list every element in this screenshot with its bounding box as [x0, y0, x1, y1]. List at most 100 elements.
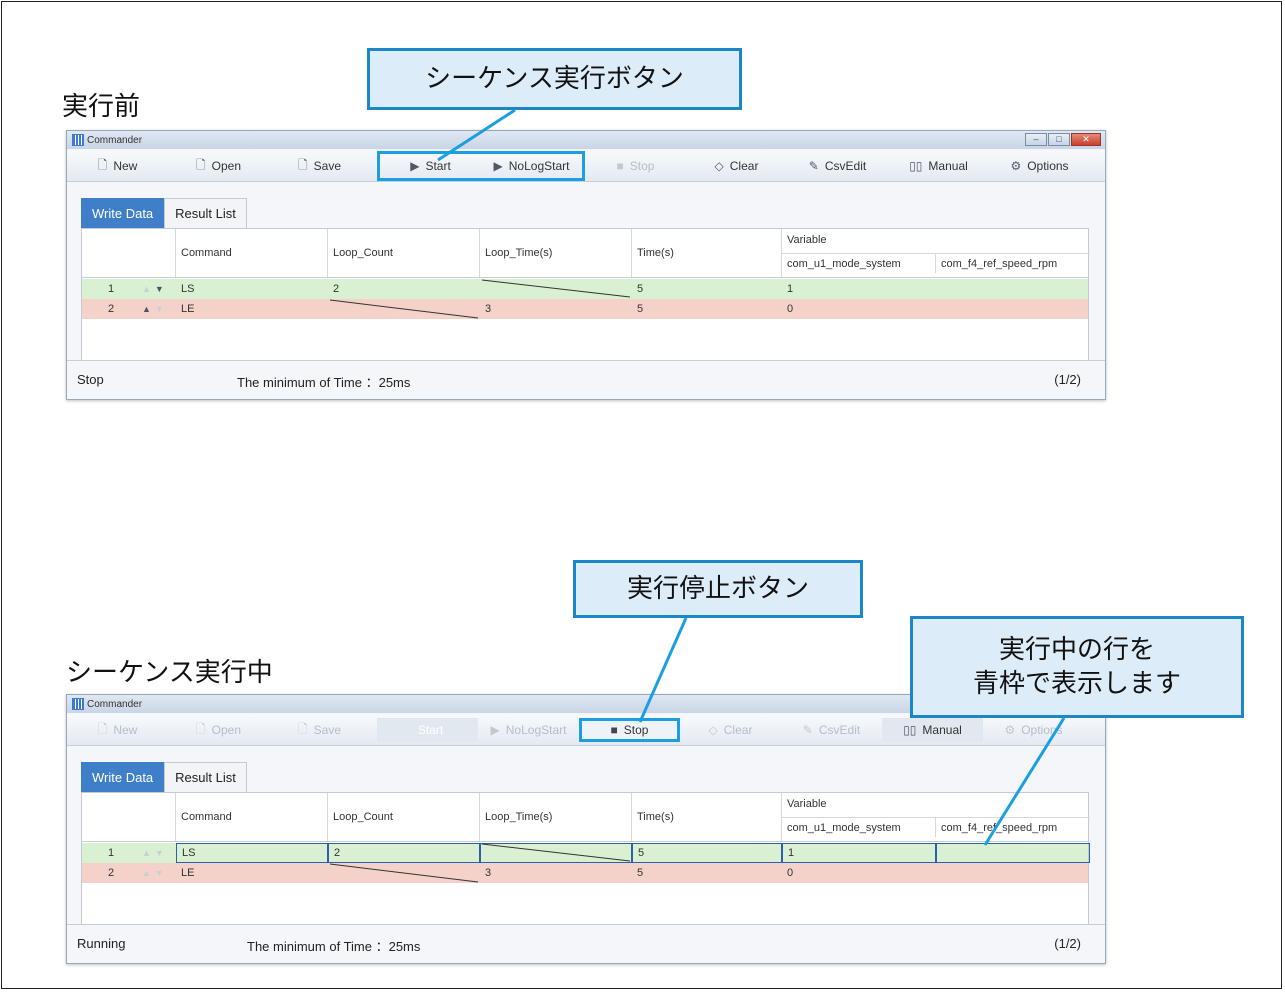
variable-group-label: Variable [787, 234, 827, 246]
save-button[interactable]: 🗋 Save [269, 718, 370, 742]
commander-window-running: Commander 🗋 New 🗋 Open 🗋 Save Start ▶ NoLogS… [66, 694, 1106, 964]
callout-running-row: 実行中の行を 青枠で表示します [910, 616, 1244, 718]
cell-var2[interactable] [936, 279, 1090, 299]
move-down-icon[interactable]: ▼ [155, 868, 164, 878]
cell-loop-time[interactable]: 3 [480, 863, 632, 883]
cell-var1[interactable]: 1 [782, 279, 936, 299]
cell-var1[interactable]: 0 [782, 299, 936, 319]
save-button[interactable]: 🗋 Save [269, 154, 370, 178]
row-move-arrows: ▲ ▼ [142, 279, 164, 299]
csvedit-button[interactable]: ✎ CsvEdit [787, 154, 888, 178]
section-heading-before: 実行前 [62, 92, 141, 122]
table-row[interactable]: 2 ▲ ▼ LE 3 5 0 [82, 863, 1088, 883]
nologstart-button[interactable]: ▶ NoLogStart [481, 154, 582, 178]
maximize-button[interactable]: □ [1048, 133, 1070, 146]
cell-loop-count[interactable] [328, 863, 480, 883]
clear-button[interactable]: ◇ Clear [680, 718, 781, 742]
manual-button[interactable]: ▯▯ Manual [888, 154, 989, 178]
gear-icon: ⚙ [1004, 723, 1016, 737]
column-command[interactable]: Command [176, 229, 328, 277]
tab-write-data[interactable]: Write Data [81, 762, 165, 792]
tab-result-list[interactable]: Result List [164, 762, 247, 792]
options-button[interactable]: ⚙ Options [983, 718, 1084, 742]
cell-time[interactable]: 5 [632, 843, 782, 863]
cell-command[interactable]: LE [176, 299, 328, 319]
column-loop-count[interactable]: Loop_Count [328, 229, 480, 277]
manual-button[interactable]: ▯▯ Manual [882, 718, 983, 742]
minimize-button[interactable]: – [1025, 133, 1047, 146]
nologstart-button[interactable]: ▶ NoLogStart [478, 718, 579, 742]
open-button[interactable]: 🗋 Open [168, 718, 269, 742]
new-button[interactable]: 🗋 New [67, 154, 168, 178]
table-row[interactable]: 1 ▲ ▼ LS 2 5 1 [82, 279, 1088, 299]
sequence-grid: Command Loop_Count Loop_Time(s) Time(s) … [81, 792, 1090, 925]
tab-write-data[interactable]: Write Data [81, 198, 165, 228]
column-var1[interactable]: com_u1_mode_system [782, 253, 936, 273]
column-time[interactable]: Time(s) [632, 793, 782, 841]
cell-time[interactable]: 5 [632, 279, 782, 299]
close-button[interactable]: ✕ [1071, 133, 1101, 146]
column-command[interactable]: Command [176, 793, 328, 841]
move-up-icon[interactable]: ▲ [142, 284, 151, 294]
column-loop-time[interactable]: Loop_Time(s) [480, 229, 632, 277]
row-number: 2 [108, 867, 115, 879]
status-state: Running [77, 936, 126, 951]
move-down-icon[interactable]: ▼ [155, 284, 164, 294]
save-icon: 🗋 [297, 157, 308, 172]
move-down-icon[interactable]: ▼ [155, 304, 164, 314]
play-icon: ▶ [410, 159, 420, 173]
toolbar: 🗋 New 🗋 Open 🗋 Save Start ▶ NoLogStart ■ Stop… [67, 715, 1105, 746]
cell-loop-time[interactable] [480, 279, 632, 299]
table-row-running[interactable]: 1 ▲ ▼ LS 2 5 1 [82, 843, 1090, 863]
move-up-icon[interactable]: ▲ [142, 848, 151, 858]
cell-loop-time[interactable]: 3 [480, 299, 632, 319]
cell-loop-count[interactable] [328, 299, 480, 319]
column-loop-count[interactable]: Loop_Count [328, 793, 480, 841]
csvedit-button[interactable]: ✎ CsvEdit [781, 718, 882, 742]
sequence-grid: Command Loop_Count Loop_Time(s) Time(s) … [81, 228, 1090, 361]
column-time[interactable]: Time(s) [632, 229, 782, 277]
move-up-icon[interactable]: ▲ [142, 868, 151, 878]
move-down-icon[interactable]: ▼ [155, 848, 164, 858]
column-var2[interactable]: com_f4_ref_speed_rpm [936, 817, 1090, 837]
open-icon: 🗋 [195, 721, 206, 736]
options-button[interactable]: ⚙ Options [989, 154, 1090, 178]
clear-button[interactable]: ◇ Clear [686, 154, 787, 178]
column-var2[interactable]: com_f4_ref_speed_rpm [936, 253, 1090, 273]
grid-header: Command Loop_Count Loop_Time(s) Time(s) … [82, 793, 1090, 842]
cell-var1[interactable]: 1 [782, 843, 936, 863]
stop-button[interactable]: ■ Stop [579, 718, 680, 742]
eraser-icon: ◇ [714, 159, 724, 173]
cell-var2[interactable] [936, 299, 1090, 319]
status-bar: Running The minimum of Time ：25ms (1/2) [67, 924, 1105, 963]
cell-var2[interactable] [936, 863, 1090, 883]
column-loop-time[interactable]: Loop_Time(s) [480, 793, 632, 841]
callout-sequence-start: シーケンス実行ボタン [367, 48, 742, 110]
new-doc-icon: 🗋 [97, 157, 108, 172]
row-move-arrows: ▲ ▼ [142, 299, 164, 319]
start-button[interactable]: ▶ Start [380, 154, 481, 178]
start-button[interactable]: Start [377, 718, 478, 742]
table-row[interactable]: 2 ▲ ▼ LE 3 5 0 [82, 299, 1088, 319]
move-up-icon[interactable]: ▲ [142, 304, 151, 314]
play-icon: ▶ [493, 159, 503, 173]
stop-button[interactable]: ■ Stop [585, 154, 686, 178]
open-button[interactable]: 🗋 Open [168, 154, 269, 178]
cell-loop-count[interactable]: 2 [328, 279, 480, 299]
cell-time[interactable]: 5 [632, 299, 782, 319]
cell-loop-time[interactable] [480, 843, 632, 863]
cell-var2[interactable] [936, 843, 1090, 863]
tab-bar: Write Data Result List [81, 198, 247, 228]
tab-result-list[interactable]: Result List [164, 198, 247, 228]
cell-command[interactable]: LS [176, 843, 328, 863]
cell-loop-count[interactable]: 2 [328, 843, 480, 863]
cell-time[interactable]: 5 [632, 863, 782, 883]
cell-command[interactable]: LE [176, 863, 328, 883]
cell-command[interactable]: LS [176, 279, 328, 299]
cell-var1[interactable]: 0 [782, 863, 936, 883]
column-group-variable: Variable com_u1_mode_system com_f4_ref_s… [782, 793, 1090, 841]
book-icon: ▯▯ [903, 723, 917, 737]
title-bar: Commander – □ ✕ [67, 131, 1105, 149]
new-button[interactable]: 🗋 New [67, 718, 168, 742]
column-var1[interactable]: com_u1_mode_system [782, 817, 936, 837]
